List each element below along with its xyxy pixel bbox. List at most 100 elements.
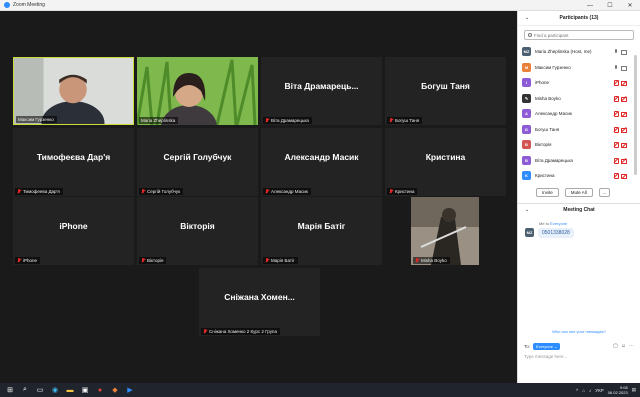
video-icon[interactable] <box>621 65 627 71</box>
video-tile[interactable]: Віта Драмарець... Віта Драмарецька <box>261 57 382 125</box>
who-can-see-link[interactable]: Who can see your messages? <box>518 329 640 334</box>
explorer-icon[interactable]: ▬ <box>65 385 75 395</box>
video-off-icon[interactable] <box>621 80 627 87</box>
video-off-icon[interactable] <box>621 127 627 133</box>
muted-mic-icon[interactable] <box>613 142 619 149</box>
tile-name-label: Сергій Голубчук <box>139 188 184 195</box>
video-tile[interactable]: Тимофеєва Дар'я Тимофеева Дар'я <box>13 128 134 196</box>
search-placeholder: Find a participant <box>534 32 569 38</box>
video-tile[interactable]: iPhone iPhone <box>13 197 134 265</box>
mic-icon[interactable] <box>613 64 618 70</box>
video-tile[interactable]: Вікторія Вікторія <box>137 197 258 265</box>
video-off-icon[interactable] <box>621 96 627 102</box>
video-tile[interactable]: Александр Масик Александр Масик <box>261 128 382 196</box>
participant-row[interactable]: B Віта Драмарецька <box>522 153 636 169</box>
tile-name: Кристина <box>395 189 415 194</box>
notifications-icon[interactable]: ▤ <box>632 387 636 393</box>
more-icon[interactable]: ⋯ <box>629 343 634 349</box>
recipient-select[interactable]: Everyone ⌄ <box>533 343 561 350</box>
chat-bubble: 0501338028 <box>538 227 574 238</box>
muted-mic-icon <box>265 118 269 123</box>
camera-feed <box>14 58 133 124</box>
chat-recipient-row: To: Everyone ⌄ <box>524 343 561 350</box>
video-off-icon[interactable] <box>621 111 627 118</box>
mute-all-button[interactable]: Mute All <box>564 187 593 197</box>
zoom-taskbar-icon[interactable]: ▶ <box>125 385 135 395</box>
maximize-button[interactable]: ☐ <box>600 0 620 11</box>
chrome-icon[interactable]: ● <box>95 385 105 395</box>
participant-row[interactable]: Б Богуш Таня <box>522 122 636 138</box>
muted-mic-icon[interactable] <box>613 126 619 133</box>
muted-mic-icon[interactable] <box>613 157 619 164</box>
muted-mic-icon[interactable] <box>613 173 619 180</box>
video-icon[interactable] <box>621 49 627 56</box>
video-tile[interactable]: Maria Zheplinska <box>137 57 258 125</box>
search-icon <box>528 33 532 37</box>
participant-list: MZ Maria Zheplinska (Host, me) M Максим Гур… <box>522 44 636 184</box>
participant-row[interactable]: K Кристина <box>522 168 636 184</box>
app-icon[interactable]: ◆ <box>110 385 120 395</box>
task-view-icon[interactable]: ▭ <box>35 385 45 395</box>
minimize-button[interactable]: — <box>580 0 600 11</box>
tile-name: Марія Батіг <box>271 258 295 263</box>
participant-row[interactable]: MZ Maria Zheplinska (Host, me) <box>522 44 636 60</box>
participant-row[interactable]: M Максим Гурзенко <box>522 60 636 76</box>
participants-header: ⌄ Participants (13) <box>518 11 640 26</box>
volume-icon[interactable]: ♪ <box>589 388 591 393</box>
more-options-button[interactable]: ... <box>598 187 610 197</box>
participant-row[interactable]: IiPhone <box>522 75 636 91</box>
participant-name: Максим Гурзенко <box>535 64 571 70</box>
tile-name-label: Максим Гурзенко <box>16 116 57 123</box>
store-icon[interactable]: ▣ <box>80 385 90 395</box>
video-tile[interactable]: Сергій Голубчук Сергій Голубчук <box>137 128 258 196</box>
video-tile[interactable]: Кристина Кристина <box>385 128 506 196</box>
chat-input[interactable]: Type message here... <box>524 354 567 359</box>
video-gallery: Максим Гурзенко Maria Zheplinska Віта Драм… <box>0 11 517 383</box>
tile-name-label: Тимофеева Дар'я <box>15 188 63 195</box>
video-off-icon[interactable] <box>621 173 627 180</box>
avatar: MZ <box>525 228 534 237</box>
video-tile[interactable]: Марія Батіг Марія Батіг <box>261 197 382 265</box>
search-icon[interactable]: ⌕ <box>20 385 30 395</box>
chat-message: MZ 0501338028 <box>525 227 640 238</box>
muted-mic-icon[interactable] <box>613 80 619 87</box>
muted-mic-icon <box>17 258 21 263</box>
collapse-participants-icon[interactable]: ⌄ <box>525 15 529 21</box>
video-tile[interactable]: Сніжана Хомен... Сніжана Хоменко 2 Курс 2… <box>199 268 320 336</box>
participant-display-name: Віта Драмарець... <box>284 81 359 91</box>
participant-name: Кристина <box>535 173 555 179</box>
video-tile[interactable]: Misha Boyko <box>411 197 479 265</box>
clock[interactable]: 9:08 06.02.2023 <box>608 385 628 395</box>
video-tile[interactable]: Богуш Таня Богуш Таня <box>385 57 506 125</box>
participant-search-input[interactable]: Find a participant <box>524 30 634 40</box>
emoji-icon[interactable]: ☺ <box>621 343 626 349</box>
tile-name-label: Марія Батіг <box>263 257 298 264</box>
muted-mic-icon[interactable] <box>613 111 619 118</box>
muted-mic-icon[interactable] <box>613 95 619 102</box>
participant-row[interactable]: B Вікторія <box>522 137 636 153</box>
tile-name-label: Кристина <box>387 188 418 195</box>
collapse-chat-icon[interactable]: ⌄ <box>525 207 529 213</box>
video-off-icon[interactable] <box>621 158 627 164</box>
participant-row[interactable]: ✎ Misha Boyko <box>522 91 636 107</box>
participant-scrollbar[interactable] <box>634 55 637 175</box>
language-indicator[interactable]: УКР <box>595 388 603 393</box>
tile-name: Александр Масик <box>271 189 308 194</box>
chat-sender: Me to <box>539 220 551 226</box>
participant-name: Александр Масик <box>535 111 572 117</box>
edge-icon[interactable]: ◉ <box>50 385 60 395</box>
video-off-icon[interactable] <box>621 142 627 149</box>
avatar: Б <box>522 124 531 134</box>
invite-button[interactable]: Invite <box>536 187 559 197</box>
participant-display-name: Вікторія <box>180 221 215 231</box>
video-tile[interactable]: Максим Гурзенко <box>13 57 134 125</box>
chevron-up-icon[interactable]: ^ <box>576 388 578 393</box>
participant-display-name: iPhone <box>59 221 88 231</box>
participant-row[interactable]: A Александр Масик <box>522 106 636 122</box>
file-icon[interactable]: ▢ <box>613 343 618 349</box>
network-icon[interactable]: ⌂ <box>582 388 585 393</box>
muted-mic-icon <box>141 189 145 194</box>
close-button[interactable]: ✕ <box>620 0 640 11</box>
windows-start-icon[interactable]: ⊞ <box>5 385 15 395</box>
mic-icon[interactable] <box>613 49 618 54</box>
